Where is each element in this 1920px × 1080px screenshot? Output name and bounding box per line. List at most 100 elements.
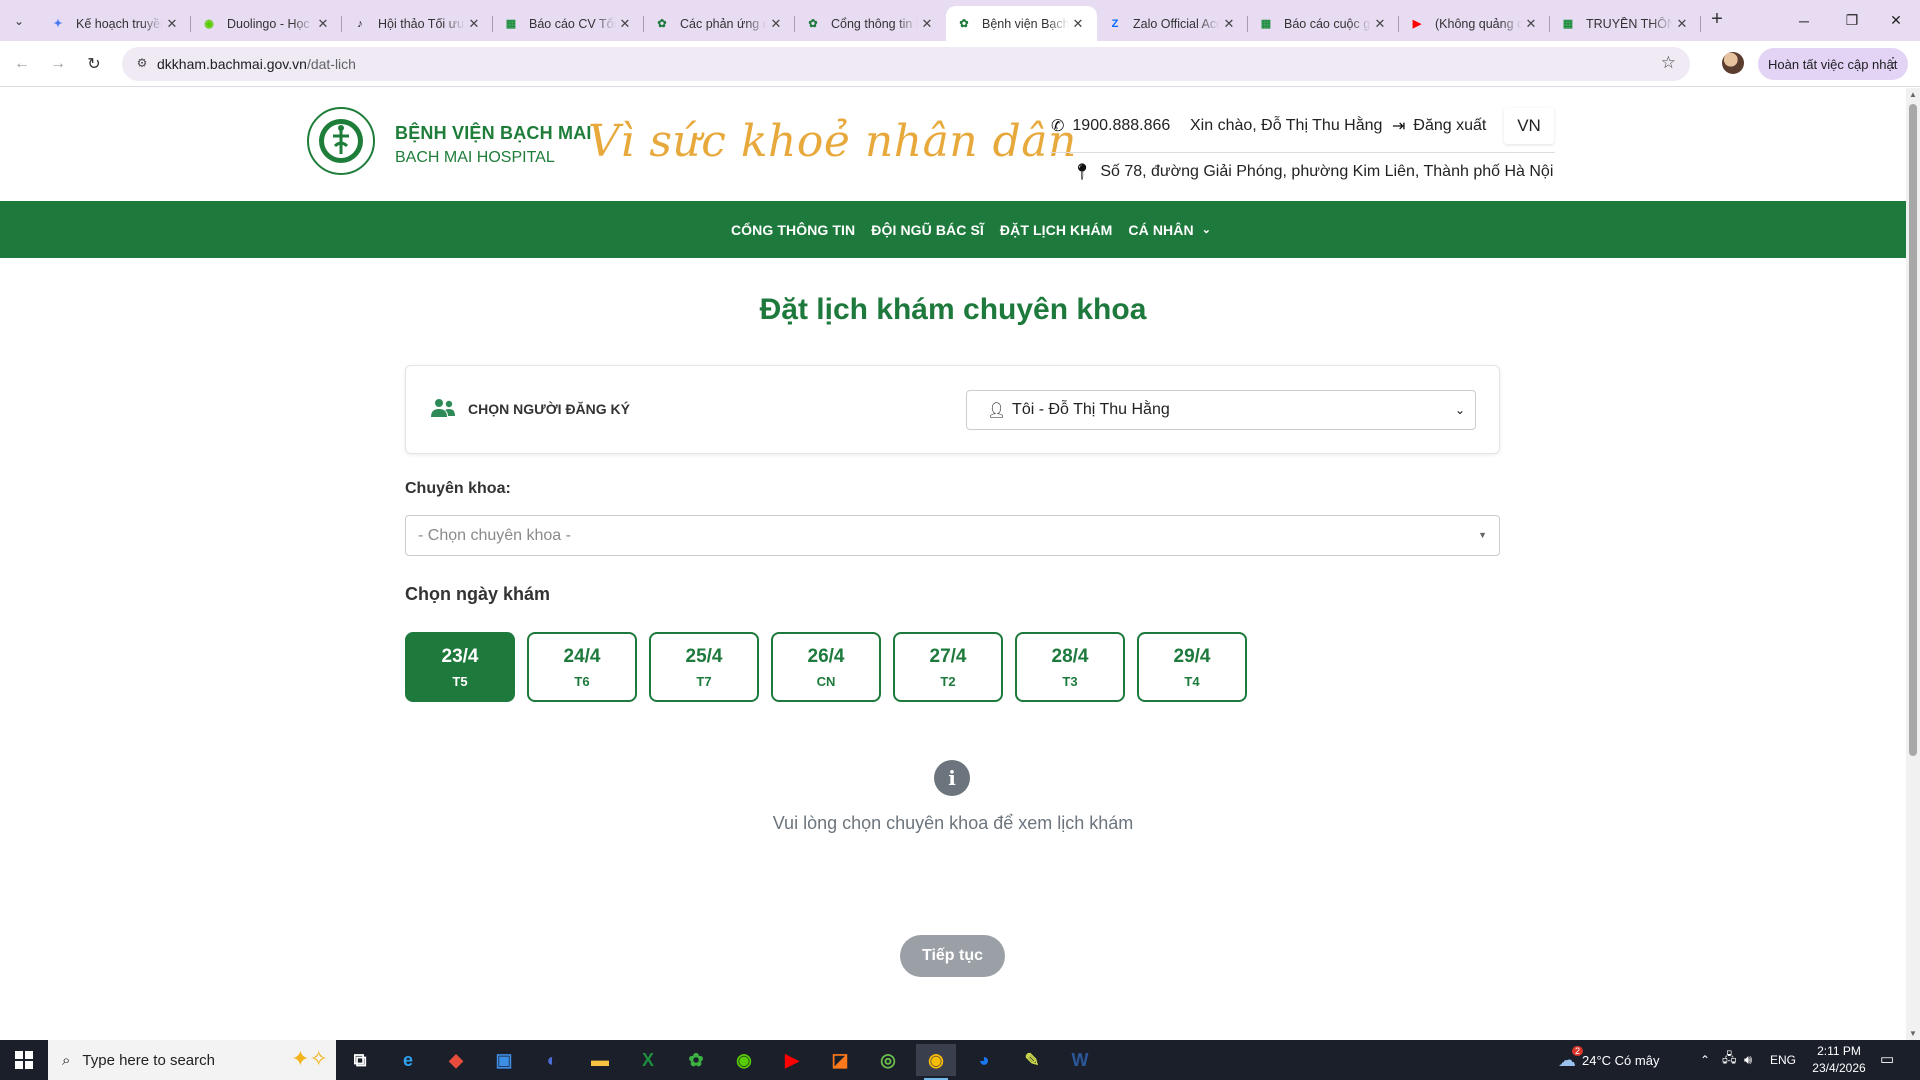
bookmark-star-icon[interactable]: ☆ xyxy=(1661,53,1676,73)
close-tab-icon[interactable]: ✕ xyxy=(163,16,181,32)
update-button[interactable]: Hoàn tất việc cập nhật ⋮ xyxy=(1758,48,1908,80)
hotline-number: 1900.888.866 xyxy=(1072,117,1171,134)
close-tab-icon[interactable]: ✕ xyxy=(465,16,483,32)
browser-tab-bar: ⌄ ✦Kế hoạch truyền thông✕◉Duolingo - Học… xyxy=(0,0,1920,41)
app-orange-icon[interactable]: ◪ xyxy=(820,1044,860,1076)
browser-tab[interactable]: ▦ Báo cáo cuộc gọi ✕ xyxy=(1248,6,1399,41)
weather-widget[interactable]: ☁ 2 24°C Có mây xyxy=(1558,1040,1659,1080)
site-info-icon[interactable]: ⚙ xyxy=(134,56,150,72)
messenger-icon[interactable]: ◕ xyxy=(964,1044,1004,1076)
taskbar-search[interactable]: ⌕ Type here to search ✦✧ xyxy=(48,1040,336,1080)
input-language[interactable]: ENG xyxy=(1770,1040,1796,1080)
forward-icon[interactable]: → xyxy=(44,50,72,78)
chrome-icon[interactable]: ◉ xyxy=(916,1044,956,1080)
app-yellow-icon[interactable]: ✎ xyxy=(1012,1044,1052,1076)
browser-tab[interactable]: ♪ Hội thảo Tối ưu hóa✕ xyxy=(342,6,493,41)
app-green-icon[interactable]: ✿ xyxy=(676,1044,716,1076)
more-menu-icon[interactable]: ⋮ xyxy=(1886,54,1900,71)
browser-tab[interactable]: ✿ Bệnh viện Bạch Mai✕ xyxy=(946,6,1097,41)
browser-tab[interactable]: ▶ (Không quảng cáo)✕ xyxy=(1399,6,1550,41)
date-day: 28/4 xyxy=(1051,645,1089,667)
main-nav: CỔNG THÔNG TIN ĐỘI NGŨ BÁC SĨ ĐẶT LỊCH K… xyxy=(0,201,1906,258)
browser-tab[interactable]: ▦ Báo cáo CV Tổng hợp✕ xyxy=(493,6,644,41)
language-switch[interactable]: VN xyxy=(1504,108,1554,144)
nav-portal[interactable]: CỔNG THÔNG TIN xyxy=(731,222,855,238)
tab-title: Zalo Official Account xyxy=(1133,16,1220,31)
search-placeholder: Type here to search xyxy=(82,1051,215,1069)
specialty-select[interactable]: - Chọn chuyên khoa - ▼ xyxy=(405,515,1500,556)
browser-tab[interactable]: Z Zalo Official Account✕ xyxy=(1097,6,1248,41)
date-option[interactable]: 24/4 T6 xyxy=(527,632,637,702)
hospital-logo-icon[interactable] xyxy=(306,106,376,176)
close-tab-icon[interactable]: ✕ xyxy=(767,16,785,32)
store-icon[interactable]: ▣ xyxy=(484,1044,524,1076)
date-option[interactable]: 27/4 T2 xyxy=(893,632,1003,702)
close-tab-icon[interactable]: ✕ xyxy=(1069,16,1087,32)
date-option[interactable]: 28/4 T3 xyxy=(1015,632,1125,702)
back-icon[interactable]: ← xyxy=(8,50,36,78)
close-window-icon[interactable]: ✕ xyxy=(1868,0,1920,41)
browser-tab[interactable]: ✿ Cổng thông tin Bạch Mai✕ xyxy=(795,6,946,41)
registrant-label: CHỌN NGƯỜI ĐĂNG KÝ xyxy=(468,401,631,417)
app-lime-icon[interactable]: ◎ xyxy=(868,1044,908,1076)
browser-tab[interactable]: ✿ Các phản ứng của thuốc✕ xyxy=(644,6,795,41)
url-text[interactable]: dkkham.bachmai.gov.vn/dat-lich xyxy=(157,56,356,72)
profile-avatar[interactable] xyxy=(1722,52,1744,74)
close-tab-icon[interactable]: ✕ xyxy=(1673,16,1691,32)
date-option[interactable]: 26/4 CN xyxy=(771,632,881,702)
continue-button[interactable]: Tiếp tục xyxy=(900,935,1005,977)
date-day: 25/4 xyxy=(685,645,723,667)
date-option[interactable]: 29/4 T4 xyxy=(1137,632,1247,702)
new-tab-button[interactable]: + xyxy=(1703,8,1731,32)
tab-title: Duolingo - Học ngoại ngữ xyxy=(227,16,314,31)
tab-search-icon[interactable]: ⌄ xyxy=(8,10,30,32)
logout-link[interactable]: ⇥ Đăng xuất xyxy=(1392,114,1486,138)
notification-icon[interactable]: ▭ xyxy=(1880,1050,1900,1070)
volume-icon[interactable]: 🔊︎ xyxy=(1744,1040,1752,1080)
close-tab-icon[interactable]: ✕ xyxy=(1371,16,1389,32)
scroll-thumb[interactable] xyxy=(1909,104,1917,756)
date-weekday: T7 xyxy=(696,673,712,689)
address-bar[interactable]: ⚙ dkkham.bachmai.gov.vn/dat-lich ☆ xyxy=(122,47,1690,81)
close-tab-icon[interactable]: ✕ xyxy=(616,16,634,32)
date-day: 29/4 xyxy=(1173,645,1211,667)
app-blue-icon[interactable]: ◐ xyxy=(532,1044,572,1076)
browser-tab[interactable]: ✦ Kế hoạch truyền thông✕ xyxy=(40,6,191,41)
word-icon[interactable]: W xyxy=(1060,1044,1100,1076)
duolingo-icon[interactable]: ◉ xyxy=(724,1044,764,1076)
nav-personal[interactable]: CÁ NHÂN ⌄ xyxy=(1128,222,1211,238)
youtube-icon[interactable]: ▶ xyxy=(772,1044,812,1076)
browser-tab[interactable]: ▦ TRUYỀN THÔNG✕ xyxy=(1550,6,1701,41)
bachmai-icon: ✿ xyxy=(808,18,818,30)
task-view-icon[interactable]: ⧉ xyxy=(340,1044,380,1076)
clock-time: 2:11 PM xyxy=(1817,1044,1861,1058)
close-tab-icon[interactable]: ✕ xyxy=(314,16,332,32)
browser-tab[interactable]: ◉ Duolingo - Học ngoại ngữ✕ xyxy=(191,6,342,41)
reload-icon[interactable]: ↻ xyxy=(80,50,108,78)
date-option[interactable]: 23/4 T5 xyxy=(405,632,515,702)
page-scrollbar[interactable]: ▲ ▼ xyxy=(1906,88,1920,1040)
file-explorer-icon[interactable]: ▬ xyxy=(580,1044,620,1076)
scroll-up-icon[interactable]: ▲ xyxy=(1909,90,1917,99)
app-red-icon[interactable]: ◆ xyxy=(436,1044,476,1076)
hotline[interactable]: ✆ 1900.888.866 xyxy=(1051,114,1170,138)
network-icon[interactable]: 🖧︎ xyxy=(1722,1040,1737,1080)
location-pin-icon: 📍︎ xyxy=(1072,164,1093,181)
windows-start-icon[interactable] xyxy=(0,1040,48,1080)
excel-icon[interactable]: X xyxy=(628,1044,668,1076)
scroll-down-icon[interactable]: ▼ xyxy=(1909,1029,1917,1038)
phone-icon: ✆ xyxy=(1051,118,1065,135)
nav-doctors[interactable]: ĐỘI NGŨ BÁC SĨ xyxy=(871,222,984,238)
date-option[interactable]: 25/4 T7 xyxy=(649,632,759,702)
taskbar-clock[interactable]: 2:11 PM 23/4/2026 xyxy=(1804,1043,1874,1077)
show-hidden-icons[interactable]: ⌃ xyxy=(1700,1040,1710,1080)
close-tab-icon[interactable]: ✕ xyxy=(1220,16,1238,32)
site-header: BỆNH VIỆN BẠCH MAI BACH MAI HOSPITAL Vì … xyxy=(0,88,1906,201)
windows-taskbar: ⌕ Type here to search ✦✧ ⧉ e ◆ ▣ ◐ ▬ X ✿ ◉ ▶ ◪ ◎ ◉ ◕ ✎… xyxy=(0,1040,1920,1080)
close-tab-icon[interactable]: ✕ xyxy=(918,16,936,32)
nav-booking[interactable]: ĐẶT LỊCH KHÁM xyxy=(1000,222,1113,238)
registrant-select[interactable]: 👤︎ Tôi - Đỗ Thị Thu Hằng ⌄ xyxy=(966,390,1476,430)
edge-icon[interactable]: e xyxy=(388,1044,428,1076)
close-tab-icon[interactable]: ✕ xyxy=(1522,16,1540,32)
tab-strip: ✦Kế hoạch truyền thông✕◉Duolingo - Học n… xyxy=(40,6,1701,41)
